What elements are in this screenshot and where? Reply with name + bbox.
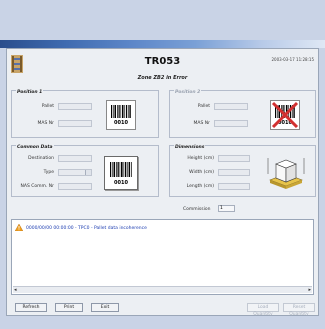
position-1-label: Position 1 [16, 90, 44, 95]
dimensions-group: Dimensions Height (cm) Width (cm) Length… [169, 145, 316, 197]
exit-button[interactable]: Exit [91, 303, 119, 312]
position-2-group: Position 2 Pallet MAS Nr 0010 [169, 90, 316, 138]
destination-field[interactable] [58, 155, 92, 162]
barcode-image-1: 0010 [106, 100, 136, 130]
commission-label: Commission [183, 207, 211, 212]
message-panel: 0000/00/00 00:00:00 - TPC0 - Pallet data… [11, 219, 314, 295]
warning-icon [15, 224, 23, 231]
nas-label: NAS Comm. Nr [20, 184, 54, 189]
pallet-field[interactable] [214, 103, 248, 110]
barcode-number: 0010 [114, 180, 128, 186]
barcode-image-common: 0010 [104, 156, 138, 190]
chevron-down-icon[interactable] [85, 170, 91, 175]
barcode-number: 0010 [114, 120, 128, 126]
position-2-label: Position 2 [174, 90, 202, 95]
dimensions-label: Dimensions [174, 145, 206, 150]
header-stripe [0, 40, 325, 48]
width-field[interactable] [218, 169, 250, 176]
pallet-label: Pallet [197, 104, 210, 109]
mas-label: MAS Nr [37, 121, 54, 126]
length-field[interactable] [218, 183, 250, 190]
width-label: Width (cm) [189, 170, 214, 175]
pallet-field[interactable] [58, 103, 92, 110]
destination-label: Destination [28, 156, 54, 161]
main-window: TR053 2003-03-17 11:28:15 Zone ZB2 in Er… [6, 48, 319, 317]
pallet-box-icon [267, 158, 305, 189]
horizontal-scrollbar[interactable]: ◂ ▸ [13, 286, 312, 293]
type-select[interactable] [58, 169, 92, 176]
height-field[interactable] [218, 155, 250, 162]
nas-field[interactable] [58, 183, 92, 190]
position-1-group: Position 1 Pallet MAS Nr 0010 [11, 90, 159, 138]
load-quantity-button[interactable]: Load Quantity [247, 303, 279, 317]
timestamp: 2003-03-17 11:28:15 [271, 57, 314, 62]
barcode-image-2: 0010 [270, 100, 300, 130]
common-data-label: Common Data [16, 145, 54, 150]
error-cross-icon [271, 101, 299, 129]
scroll-right-icon[interactable]: ▸ [308, 287, 311, 293]
mas-field[interactable] [58, 120, 92, 127]
type-label: Type [43, 170, 54, 175]
mas-field[interactable] [214, 120, 248, 127]
length-label: Length (cm) [186, 184, 214, 189]
refresh-button[interactable]: Refresh [15, 303, 47, 312]
common-data-group: Common Data Destination Type NAS Comm. N… [11, 145, 159, 197]
message-line[interactable]: 0000/00/00 00:00:00 - TPC0 - Pallet data… [26, 226, 147, 231]
pallet-label: Pallet [41, 104, 54, 109]
height-label: Height (cm) [187, 156, 214, 161]
commission-field[interactable]: 1 [218, 205, 235, 212]
reset-quantity-button[interactable]: Reset Quantity [283, 303, 315, 317]
zone-status: Zone ZB2 in Error [137, 75, 188, 81]
mas-label: MAS Nr [193, 121, 210, 126]
scroll-left-icon[interactable]: ◂ [14, 287, 17, 293]
print-button[interactable]: Print [55, 303, 83, 312]
